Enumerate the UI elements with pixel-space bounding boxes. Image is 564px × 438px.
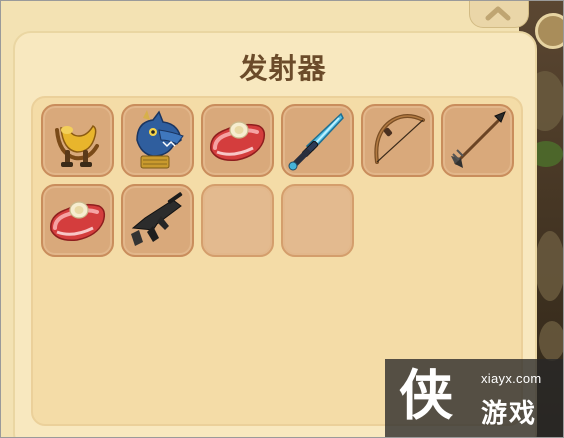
game-window: 发射器 侠 xiayx.com 游戏 <box>0 0 564 438</box>
item-slot-7[interactable] <box>41 184 114 257</box>
watermark-name: 游戏 <box>481 399 538 429</box>
chevron-up-icon <box>485 6 511 21</box>
item-slot-10[interactable] <box>281 184 354 257</box>
meat-steak-icon <box>50 201 106 242</box>
item-slot-3[interactable] <box>201 104 274 177</box>
crystal-sword-icon <box>288 112 344 171</box>
saddle-icon <box>55 125 99 167</box>
item-slot-6[interactable] <box>441 104 514 177</box>
item-slot-1[interactable] <box>41 104 114 177</box>
background-foliage <box>539 321 563 361</box>
arrow-icon <box>451 111 506 168</box>
item-slot-2[interactable] <box>121 104 194 177</box>
item-slot-9[interactable] <box>201 184 274 257</box>
watermark-logo: 侠 <box>399 363 453 427</box>
panel-title: 发射器 <box>239 52 327 85</box>
watermark-url: xiayx.com <box>481 371 542 386</box>
background-foliage <box>535 231 563 301</box>
submachine-gun-icon <box>131 192 183 246</box>
side-menu-button[interactable] <box>535 13 563 49</box>
bow-icon <box>374 114 425 164</box>
item-slot-8[interactable] <box>121 184 194 257</box>
dragon-head-icon <box>136 110 184 169</box>
meat-steak-icon <box>210 121 266 162</box>
item-slot-4[interactable] <box>281 104 354 177</box>
site-watermark: 侠 xiayx.com 游戏 <box>385 359 563 437</box>
item-slot-5[interactable] <box>361 104 434 177</box>
collapse-tab[interactable] <box>469 1 529 28</box>
